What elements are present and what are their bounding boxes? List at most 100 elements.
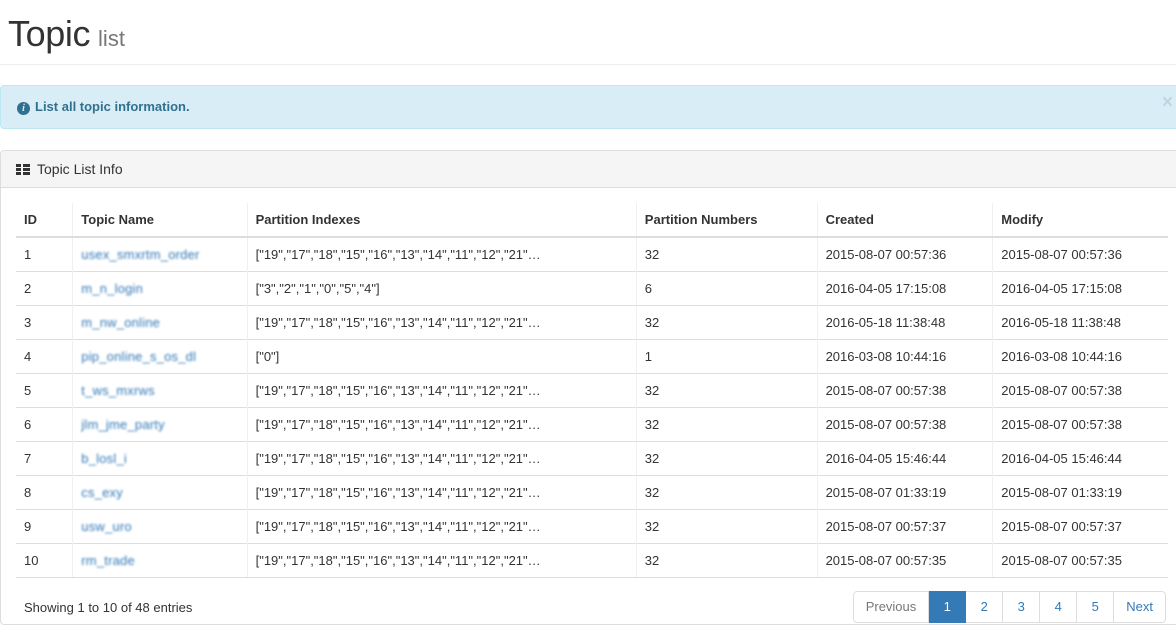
cell-created: 2016-05-18 11:38:48 — [816, 304, 993, 340]
topic-name-link[interactable]: usex_smxrtm_order — [81, 247, 199, 262]
page-title-main: Topic — [8, 13, 91, 54]
cell-created: 2016-03-08 10:44:16 — [816, 338, 993, 374]
alert-message: List all topic information. — [35, 98, 190, 114]
pagination-page-2[interactable]: 2 — [966, 590, 1004, 624]
pagination: Previous 1 2 3 4 5 Next — [852, 590, 1166, 624]
cell-modify: 2015-08-07 00:57:37 — [992, 508, 1168, 544]
cell-topic-name: t_ws_mxrws — [72, 372, 248, 408]
column-header-id[interactable]: ID — [16, 202, 73, 238]
cell-created: 2015-08-07 00:57:38 — [816, 406, 993, 442]
pagination-page-3[interactable]: 3 — [1003, 590, 1041, 624]
page-title-subtitle: list — [98, 26, 125, 51]
topic-name-link[interactable]: usw_uro — [81, 519, 132, 534]
panel-body: ID Topic Name Partition Indexes Partitio… — [1, 188, 1176, 624]
cell-id: 5 — [16, 372, 73, 408]
cell-created: 2016-04-05 15:46:44 — [816, 440, 993, 476]
cell-id: 3 — [16, 304, 73, 340]
column-header-partition-numbers[interactable]: Partition Numbers — [635, 202, 818, 238]
topic-table: ID Topic Name Partition Indexes Partitio… — [16, 202, 1168, 578]
cell-topic-name: cs_exy — [72, 474, 248, 510]
topic-name-link[interactable]: m_n_login — [81, 281, 143, 296]
cell-created: 2015-08-07 00:57:37 — [816, 508, 993, 544]
cell-modify: 2015-08-07 01:33:19 — [992, 474, 1168, 510]
table-row: 2 m_n_login ["3","2","1","0","5","4"] 6 2016… — [16, 270, 1168, 306]
page-header: Topic list — [0, 0, 1176, 65]
topic-name-link[interactable]: pip_online_s_os_dl — [81, 349, 196, 364]
cell-id: 9 — [16, 508, 73, 544]
cell-partition-indexes: ["19","17","18","15","16","13","14","11"… — [246, 236, 637, 272]
cell-partition-indexes: ["3","2","1","0","5","4"] — [246, 270, 637, 306]
topic-name-link[interactable]: cs_exy — [81, 485, 123, 500]
cell-modify: 2016-03-08 10:44:16 — [992, 338, 1168, 374]
panel-heading: Topic List Info — [1, 150, 1176, 188]
cell-partition-numbers: 32 — [635, 508, 818, 544]
table-body: 1 usex_smxrtm_order ["19","17","18","15","… — [16, 236, 1168, 578]
cell-topic-name: rm_trade — [72, 542, 248, 578]
column-header-topic-name[interactable]: Topic Name — [72, 202, 248, 238]
page-title: Topic list — [8, 14, 1176, 54]
column-header-partition-indexes[interactable]: Partition Indexes — [246, 202, 637, 238]
column-header-modify[interactable]: Modify — [992, 202, 1168, 238]
entries-info: Showing 1 to 10 of 48 entries — [24, 599, 193, 615]
topic-name-link[interactable]: t_ws_mxrws — [81, 383, 155, 398]
cell-id: 2 — [16, 270, 73, 306]
cell-partition-indexes: ["19","17","18","15","16","13","14","11"… — [246, 474, 637, 510]
column-header-created[interactable]: Created — [816, 202, 993, 238]
table-head: ID Topic Name Partition Indexes Partitio… — [16, 202, 1168, 238]
close-icon[interactable]: × — [1162, 93, 1173, 112]
cell-partition-indexes: ["0"] — [246, 338, 637, 374]
cell-partition-numbers: 32 — [635, 304, 818, 340]
cell-topic-name: jlm_jme_party — [72, 406, 248, 442]
cell-created: 2015-08-07 01:33:19 — [816, 474, 993, 510]
table-footer: Showing 1 to 10 of 48 entries Previous 1 2… — [16, 578, 1168, 624]
alert-container: i List all topic information. × — [0, 65, 1176, 129]
cell-topic-name: b_losl_i — [72, 440, 248, 476]
table-row: 8 cs_exy ["19","17","18","15","16","13","1… — [16, 474, 1168, 510]
cell-modify: 2015-08-07 00:57:38 — [992, 372, 1168, 408]
cell-partition-indexes: ["19","17","18","15","16","13","14","11"… — [246, 542, 637, 578]
cell-modify: 2015-08-07 00:57:36 — [992, 236, 1168, 272]
cell-id: 1 — [16, 236, 73, 272]
cell-partition-indexes: ["19","17","18","15","16","13","14","11"… — [246, 406, 637, 442]
cell-partition-indexes: ["19","17","18","15","16","13","14","11"… — [246, 372, 637, 408]
table-row: 5 t_ws_mxrws ["19","17","18","15","16","13… — [16, 372, 1168, 408]
cell-partition-numbers: 1 — [635, 338, 818, 374]
cell-created: 2015-08-07 00:57:35 — [816, 542, 993, 578]
cell-id: 8 — [16, 474, 73, 510]
cell-partition-numbers: 6 — [635, 270, 818, 306]
table-row: 10 rm_trade ["19","17","18","15","16","13"… — [16, 542, 1168, 578]
cell-modify: 2016-04-05 15:46:44 — [992, 440, 1168, 476]
cell-id: 10 — [16, 542, 73, 578]
table-row: 9 usw_uro ["19","17","18","15","16","13","… — [16, 508, 1168, 544]
topic-name-link[interactable]: m_nw_online — [81, 315, 160, 330]
table-row: 4 pip_online_s_os_dl ["0"] 1 2016-03-08 10:4… — [16, 338, 1168, 374]
cell-partition-numbers: 32 — [635, 236, 818, 272]
cell-topic-name: m_n_login — [72, 270, 248, 306]
panel-heading-label: Topic List Info — [37, 160, 123, 177]
topic-name-link[interactable]: b_losl_i — [81, 451, 127, 466]
cell-partition-numbers: 32 — [635, 440, 818, 476]
pagination-page-5[interactable]: 5 — [1077, 590, 1115, 624]
table-row: 3 m_nw_online ["19","17","18","15","16","1… — [16, 304, 1168, 340]
pagination-previous[interactable]: Previous — [852, 590, 930, 624]
cell-id: 4 — [16, 338, 73, 374]
cell-topic-name: usex_smxrtm_order — [72, 236, 248, 272]
cell-topic-name: usw_uro — [72, 508, 248, 544]
cell-partition-indexes: ["19","17","18","15","16","13","14","11"… — [246, 508, 637, 544]
cell-topic-name: m_nw_online — [72, 304, 248, 340]
th-list-icon — [16, 163, 30, 175]
topic-list-panel: Topic List Info ID Topic Name Partition … — [0, 149, 1176, 625]
cell-partition-numbers: 32 — [635, 372, 818, 408]
cell-partition-numbers: 32 — [635, 406, 818, 442]
info-alert: i List all topic information. × — [0, 84, 1176, 129]
topic-name-link[interactable]: rm_trade — [81, 553, 135, 568]
pagination-next[interactable]: Next — [1114, 590, 1166, 624]
table-row: 1 usex_smxrtm_order ["19","17","18","15","… — [16, 236, 1168, 272]
pagination-page-4[interactable]: 4 — [1040, 590, 1078, 624]
cell-modify: 2015-08-07 00:57:35 — [992, 542, 1168, 578]
cell-modify: 2015-08-07 00:57:38 — [992, 406, 1168, 442]
cell-created: 2015-08-07 00:57:38 — [816, 372, 993, 408]
topic-name-link[interactable]: jlm_jme_party — [81, 417, 165, 432]
table-header-row: ID Topic Name Partition Indexes Partitio… — [16, 202, 1168, 238]
cell-topic-name: pip_online_s_os_dl — [72, 338, 248, 374]
